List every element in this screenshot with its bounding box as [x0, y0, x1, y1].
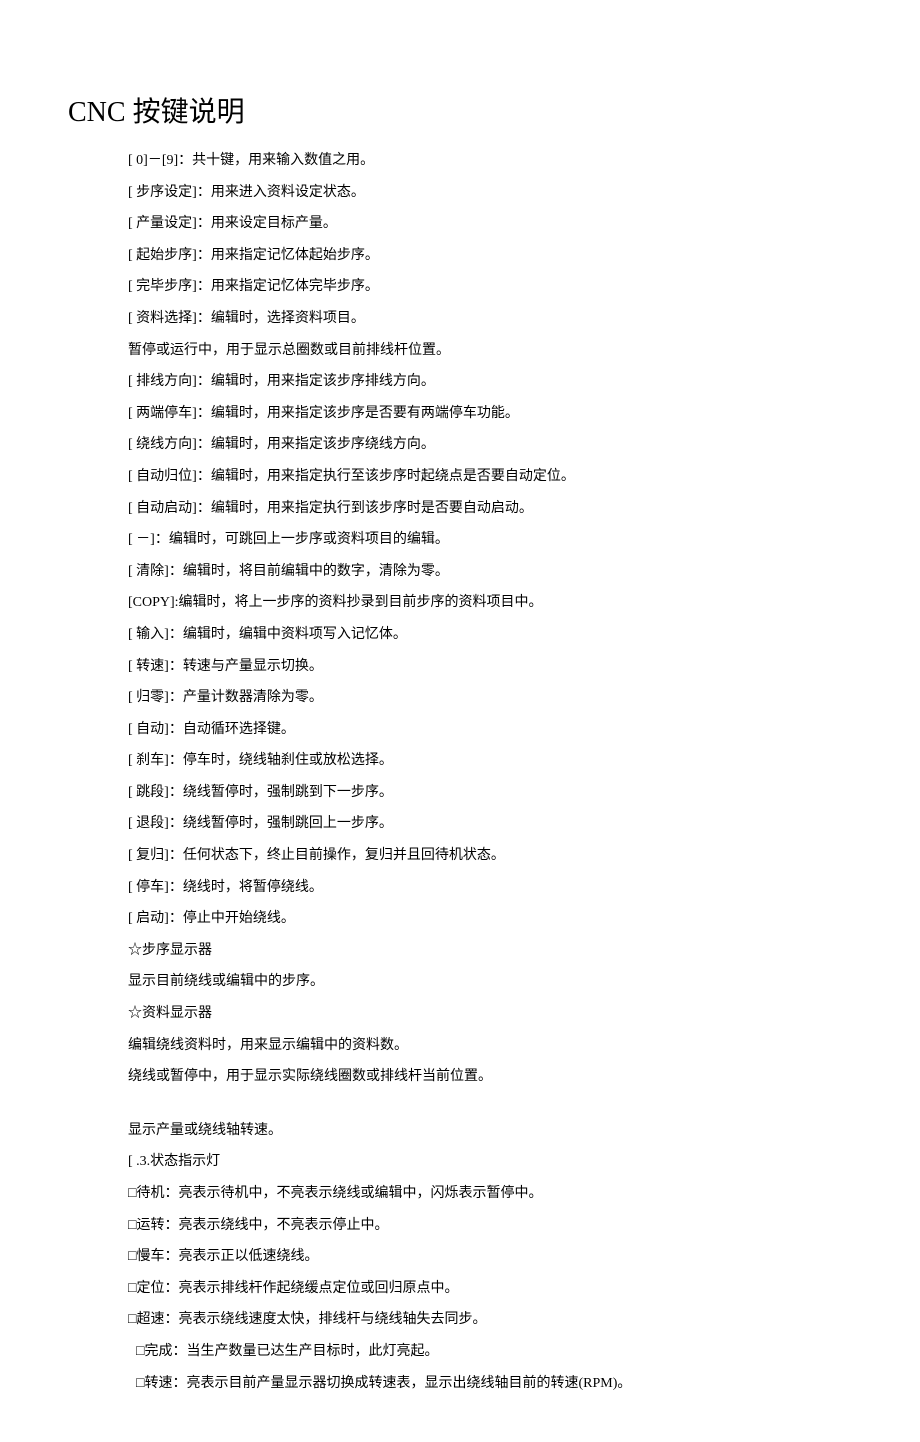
- text-line: [ .3.状态指示灯: [128, 1149, 852, 1176]
- text-line: [ 完毕步序]：用来指定记忆体完毕步序。: [128, 274, 852, 301]
- blank-line: [128, 1096, 852, 1118]
- text-line: ☆资料显示器: [128, 1001, 852, 1028]
- text-line: ☆步序显示器: [128, 938, 852, 965]
- document-title: CNC 按键说明: [68, 90, 852, 130]
- text-line: [ 归零]：产量计数器清除为零。: [128, 685, 852, 712]
- text-line: □超速：亮表示绕线速度太快，排线杆与绕线轴失去同步。: [128, 1307, 852, 1334]
- document-page: CNC 按键说明 [ 0]－[9]：共十键，用来输入数值之用。 [ 步序设定]：…: [0, 0, 920, 1442]
- text-line: [ 跳段]：绕线暂停时，强制跳到下一步序。: [128, 780, 852, 807]
- text-line: [COPY]:编辑时，将上一步序的资料抄录到目前步序的资料项目中。: [128, 590, 852, 617]
- text-line: [ 起始步序]：用来指定记忆体起始步序。: [128, 243, 852, 270]
- text-line: 编辑绕线资料时，用来显示编辑中的资料数。: [128, 1033, 852, 1060]
- text-line: [ 产量设定]：用来设定目标产量。: [128, 211, 852, 238]
- text-line: [ 资料选择]：编辑时，选择资料项目。: [128, 306, 852, 333]
- text-line: [ －]：编辑时，可跳回上一步序或资料项目的编辑。: [128, 527, 852, 554]
- text-line: [ 两端停车]：编辑时，用来指定该步序是否要有两端停车功能。: [128, 401, 852, 428]
- text-line: [ 启动]：停止中开始绕线。: [128, 906, 852, 933]
- text-line: 绕线或暂停中，用于显示实际绕线圈数或排线杆当前位置。: [128, 1064, 852, 1091]
- text-line: 暂停或运行中，用于显示总圈数或目前排线杆位置。: [128, 338, 852, 365]
- text-line: □待机：亮表示待机中，不亮表示绕线或编辑中，闪烁表示暂停中。: [128, 1181, 852, 1208]
- text-line: [ 刹车]：停车时，绕线轴刹住或放松选择。: [128, 748, 852, 775]
- text-line: □转速：亮表示目前产量显示器切换成转速表，显示出绕线轴目前的转速(RPM)。: [128, 1371, 852, 1398]
- text-line: [ 绕线方向]：编辑时，用来指定该步序绕线方向。: [128, 432, 852, 459]
- text-line: □运转：亮表示绕线中，不亮表示停止中。: [128, 1213, 852, 1240]
- text-line: [ 步序设定]：用来进入资料设定状态。: [128, 180, 852, 207]
- text-line: [ 复归]：任何状态下，终止目前操作，复归并且回待机状态。: [128, 843, 852, 870]
- text-line: 显示产量或绕线轴转速。: [128, 1118, 852, 1145]
- text-line: [ 0]－[9]：共十键，用来输入数值之用。: [128, 148, 852, 175]
- text-line: [ 自动]：自动循环选择键。: [128, 717, 852, 744]
- text-line: [ 排线方向]：编辑时，用来指定该步序排线方向。: [128, 369, 852, 396]
- text-line: [ 停车]：绕线时，将暂停绕线。: [128, 875, 852, 902]
- text-line: 显示目前绕线或编辑中的步序。: [128, 969, 852, 996]
- text-line: □慢车：亮表示正以低速绕线。: [128, 1244, 852, 1271]
- text-line: [ 自动启动]：编辑时，用来指定执行到该步序时是否要自动启动。: [128, 496, 852, 523]
- text-line: □定位：亮表示排线杆作起绕缓点定位或回归原点中。: [128, 1276, 852, 1303]
- document-content: [ 0]－[9]：共十键，用来输入数值之用。 [ 步序设定]：用来进入资料设定状…: [68, 148, 852, 1397]
- text-line: [ 转速]：转速与产量显示切换。: [128, 654, 852, 681]
- text-line: □完成：当生产数量已达生产目标时，此灯亮起。: [128, 1339, 852, 1366]
- text-line: [ 自动归位]：编辑时，用来指定执行至该步序时起绕点是否要自动定位。: [128, 464, 852, 491]
- text-line: [ 清除]：编辑时，将目前编辑中的数字，清除为零。: [128, 559, 852, 586]
- text-line: [ 输入]：编辑时，编辑中资料项写入记忆体。: [128, 622, 852, 649]
- text-line: [ 退段]：绕线暂停时，强制跳回上一步序。: [128, 811, 852, 838]
